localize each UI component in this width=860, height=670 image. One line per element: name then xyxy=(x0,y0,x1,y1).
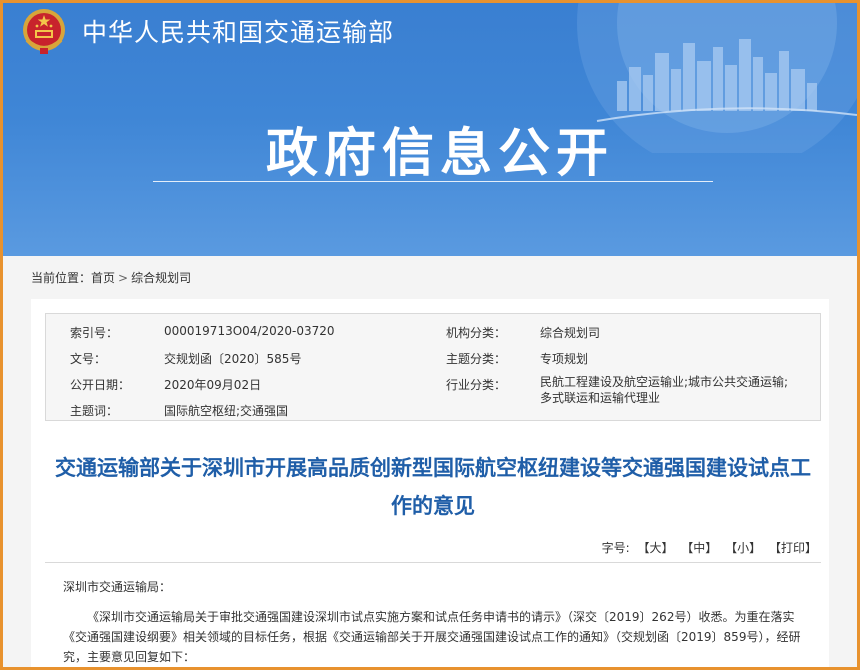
font-small-button[interactable]: 【小】 xyxy=(725,541,761,555)
date-label: 公开日期： xyxy=(70,378,131,392)
keyword-value: 国际航空枢纽;交通强国 xyxy=(164,404,289,418)
industry-label: 行业分类： xyxy=(446,378,507,392)
article-title: 交通运输部关于深圳市开展高品质创新型国际航空枢纽建设等交通强国建设试点工作的意见 xyxy=(55,456,811,518)
page-frame: 中华人民共和国交通运输部 政府信息公开 当前位置：首页 > 综合规划司 索引号： 0… xyxy=(0,0,860,670)
site-name[interactable]: 中华人民共和国交通运输部 xyxy=(82,13,394,49)
breadcrumb: 当前位置：首页 > 综合规划司 xyxy=(31,269,191,286)
content-card: 索引号： 000019713O04/2020-03720 机构分类： 综合规划司… xyxy=(31,299,829,667)
site-header: 中华人民共和国交通运输部 xyxy=(3,3,857,61)
docno-label: 文号： xyxy=(70,352,107,366)
docno-value: 交规划函〔2020〕585号 xyxy=(164,352,302,366)
body-paragraph: 《深圳市交通运输局关于审批交通强国建设深圳市试点实施方案和试点任务申请书的请示》… xyxy=(63,610,801,664)
industry-value: 民航工程建设及航空运输业;城市公共交通运输;多式联运和运输代理业 xyxy=(540,375,789,405)
font-size-toolbar: 字号: 【大】 【中】 【小】 【打印】 xyxy=(45,539,821,563)
article-body: 深圳市交通运输局： 《深圳市交通运输局关于审批交通强国建设深圳市试点实施方案和试… xyxy=(63,577,813,667)
banner: 中华人民共和国交通运输部 政府信息公开 xyxy=(3,3,857,256)
font-large-button[interactable]: 【大】 xyxy=(637,541,673,555)
date-value: 2020年09月02日 xyxy=(164,378,262,392)
font-size-label: 字号: xyxy=(601,541,630,555)
breadcrumb-home-link[interactable]: 首页 xyxy=(91,271,115,285)
print-button[interactable]: 【打印】 xyxy=(769,541,817,555)
banner-title: 政府信息公开 xyxy=(265,124,614,184)
org-value: 综合规划司 xyxy=(540,326,601,340)
banner-title-rule xyxy=(153,181,713,182)
breadcrumb-separator: > xyxy=(118,271,129,285)
breadcrumb-label: 当前位置： xyxy=(31,271,92,285)
font-medium-button[interactable]: 【中】 xyxy=(681,541,717,555)
topic-value: 专项规划 xyxy=(540,352,589,366)
index-value: 000019713O04/2020-03720 xyxy=(164,324,335,338)
national-emblem-icon xyxy=(23,9,65,54)
document-metadata-table: 索引号： 000019713O04/2020-03720 机构分类： 综合规划司… xyxy=(45,313,821,421)
breadcrumb-current-link[interactable]: 综合规划司 xyxy=(131,271,191,285)
salutation: 深圳市交通运输局： xyxy=(63,580,172,594)
index-label: 索引号： xyxy=(70,326,119,340)
org-label: 机构分类： xyxy=(446,326,507,340)
keyword-label: 主题词： xyxy=(70,404,119,418)
topic-label: 主题分类： xyxy=(446,352,507,366)
